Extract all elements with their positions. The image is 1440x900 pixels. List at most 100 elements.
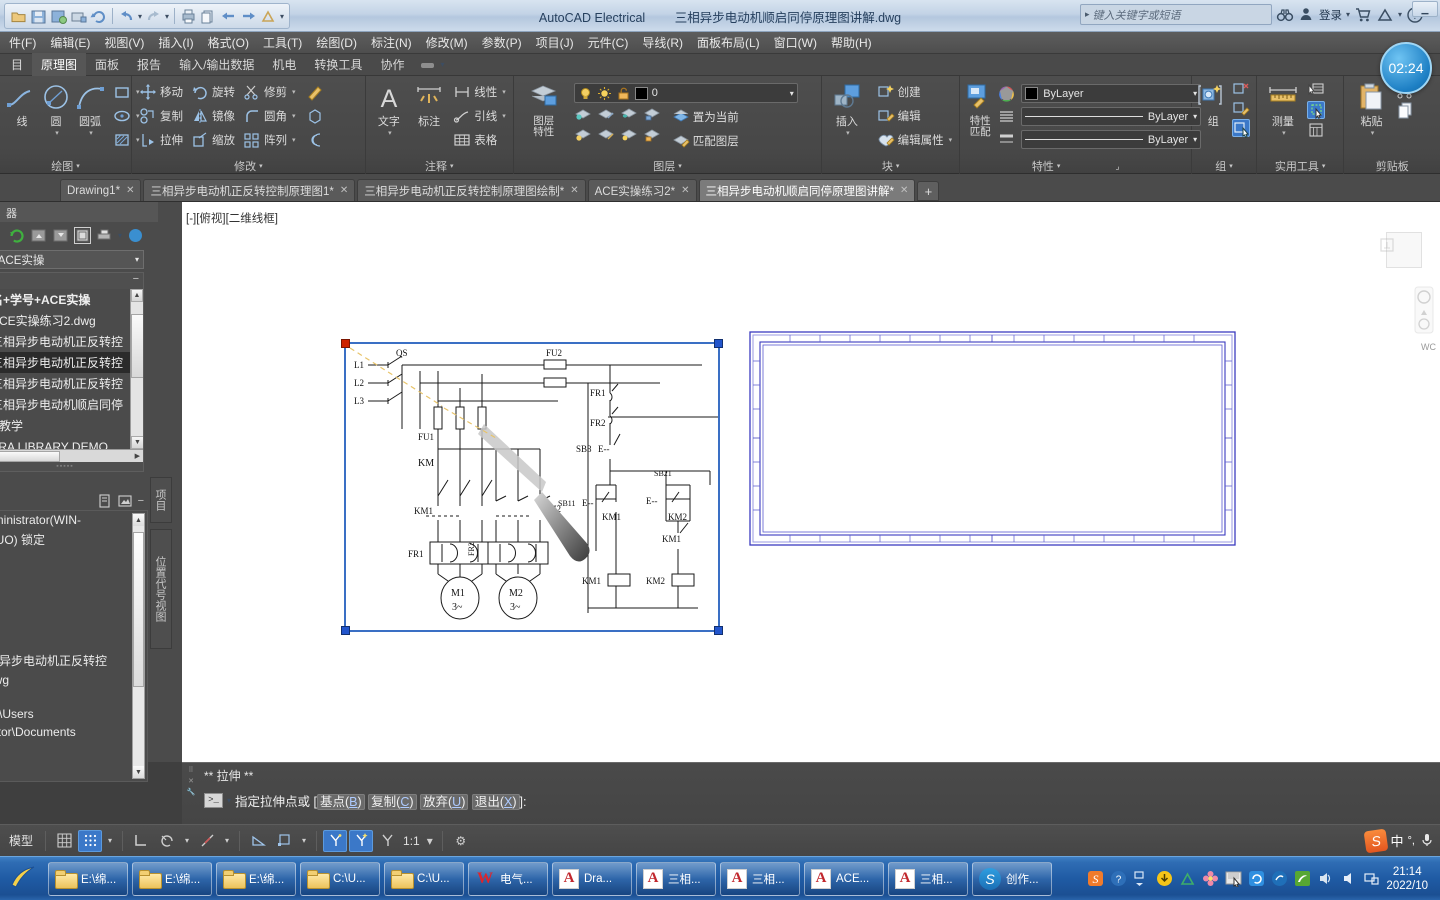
- group-selection-icon[interactable]: [1232, 119, 1251, 138]
- command-option-undo[interactable]: 放弃(U): [420, 793, 469, 810]
- lightbulb-icon[interactable]: [578, 86, 593, 101]
- scale-dropdown-icon[interactable]: ▾: [424, 830, 436, 852]
- model-space-button[interactable]: 模型: [2, 830, 40, 851]
- menu-item-component[interactable]: 元件(C): [581, 31, 636, 54]
- annotation-table-button[interactable]: 表格: [450, 129, 509, 151]
- move-up-icon[interactable]: [30, 227, 47, 244]
- properties-dialog-launcher[interactable]: ⌟: [1115, 161, 1119, 172]
- snap-dropdown-icon[interactable]: ▾: [104, 830, 116, 852]
- circle-dropdown-icon[interactable]: ▾: [55, 129, 59, 137]
- menu-item-draw[interactable]: 绘图(D): [309, 31, 364, 54]
- annotation-text-button[interactable]: A 文字 ▾: [370, 81, 408, 137]
- measure-button[interactable]: 测量 ▾: [1261, 81, 1305, 137]
- panel-title-modify[interactable]: 修改 ▾: [136, 158, 361, 174]
- panel-title-annotation[interactable]: 注释 ▾: [370, 158, 509, 174]
- file-tab-drawing1[interactable]: Drawing1* ✕: [60, 179, 142, 201]
- customize-icon[interactable]: 🔧: [187, 788, 196, 796]
- chevron-down-icon[interactable]: ▾: [1229, 162, 1233, 170]
- menu-item-parameters[interactable]: 参数(P): [475, 31, 529, 54]
- volume-icon[interactable]: [1340, 870, 1357, 887]
- project-list-vscrollbar[interactable]: ▲ ▼: [130, 289, 143, 449]
- ribbon-tab-panel[interactable]: 面板: [86, 53, 128, 76]
- ribbon-tab-collaborate[interactable]: 协作: [371, 53, 413, 76]
- quick-select-green-icon[interactable]: [1306, 101, 1325, 120]
- ribbon-tab-schematic[interactable]: 原理图: [32, 53, 87, 76]
- ribbon-tab-reports[interactable]: 报告: [128, 53, 170, 76]
- taskbar-item-acad-5[interactable]: A 三相...: [888, 861, 968, 896]
- vertical-tab-project[interactable]: 项目: [150, 477, 172, 523]
- list-item[interactable]: TRA LIBRARY DEMO: [0, 436, 143, 450]
- modify-fillet-button[interactable]: 圆角 ▾: [240, 105, 299, 127]
- layer-match-button[interactable]: 匹配图层: [669, 130, 742, 152]
- text-dropdown-icon[interactable]: ▾: [388, 129, 392, 137]
- modify-rotate-button[interactable]: 旋转: [188, 81, 238, 103]
- grid-display-button[interactable]: [52, 830, 76, 852]
- new-tab-button[interactable]: +: [917, 181, 940, 201]
- binoculars-icon[interactable]: [1276, 6, 1294, 24]
- new-project-icon[interactable]: [0, 227, 3, 244]
- layer-set-current-button[interactable]: 置为当前: [669, 106, 742, 128]
- panel-title-block[interactable]: 块 ▾: [826, 158, 955, 174]
- taskbar-item-folder-2[interactable]: E:\绵...: [132, 861, 212, 896]
- annotation-visibility-button[interactable]: [323, 829, 348, 852]
- project-combo-dropdown-icon[interactable]: ▾: [135, 255, 139, 264]
- drawing-canvas[interactable]: [-][俯视][二维线框] WC L1 L2 L3 QS FU1 KM KM1 …: [182, 202, 1440, 762]
- chevron-down-icon[interactable]: ▾: [259, 162, 263, 170]
- login-dropdown-icon[interactable]: ▾: [1346, 10, 1350, 19]
- menu-item-project[interactable]: 项目(J): [529, 31, 581, 54]
- taskbar-item-acad-4[interactable]: A ACE...: [804, 861, 884, 896]
- taskbar-item-folder-3[interactable]: E:\绵...: [216, 861, 296, 896]
- scroll-right-icon[interactable]: ▶: [135, 452, 140, 460]
- search-input[interactable]: ▸ 键入关键字或短语: [1079, 4, 1272, 25]
- command-line-grip[interactable]: ⠿ ✕ 🔧: [185, 766, 197, 818]
- command-line[interactable]: ⠿ ✕ 🔧 ** 拉伸 ** >_ ▾ 指定拉伸点或 [基点(B) 复制(C) …: [182, 762, 1440, 824]
- polar-tracking-button[interactable]: [155, 830, 179, 852]
- project-list-hscrollbar[interactable]: ▶: [0, 449, 143, 462]
- measure-dropdown-icon[interactable]: ▾: [1282, 129, 1286, 137]
- ungroup-icon[interactable]: [1232, 81, 1250, 99]
- chevron-down-icon[interactable]: ▾: [896, 162, 900, 170]
- sun-icon[interactable]: [597, 86, 612, 101]
- paste-button[interactable]: 粘贴 ▾: [1348, 81, 1394, 137]
- start-button[interactable]: [2, 859, 46, 899]
- menu-item-help[interactable]: 帮助(H): [824, 31, 879, 54]
- block-insert-button[interactable]: 插入 ▾: [826, 81, 867, 137]
- list-item[interactable]: 三相异步电动机正反转控: [0, 373, 143, 394]
- quick-select-icon[interactable]: [1307, 81, 1325, 99]
- screenshot-icon[interactable]: [1225, 870, 1242, 888]
- layer-freeze-icon[interactable]: [620, 106, 638, 124]
- copy-clip-icon[interactable]: [1396, 101, 1414, 119]
- chinese-mode-icon[interactable]: 中: [1391, 831, 1404, 850]
- block-edit-attribute-button[interactable]: 编辑属性 ▾: [874, 129, 956, 151]
- taskbar-item-acad-2[interactable]: A 三相...: [636, 861, 716, 896]
- group-button[interactable]: 组: [1196, 81, 1230, 128]
- modify-scale-button[interactable]: 缩放: [188, 129, 238, 151]
- menu-item-dimension[interactable]: 标注(N): [364, 31, 419, 54]
- taskbar-item-acad-3[interactable]: A 三相...: [720, 861, 800, 896]
- layer-isolate-icon[interactable]: [597, 106, 615, 124]
- isometric-drafting-button[interactable]: [246, 830, 270, 852]
- object-snap-button[interactable]: [195, 830, 219, 852]
- modify-move-button[interactable]: 移动: [136, 81, 186, 103]
- modify-array-button[interactable]: 阵列 ▾: [240, 129, 299, 151]
- autoscale-button[interactable]: [349, 829, 374, 852]
- command-option-basepoint[interactable]: 基点(B): [316, 793, 365, 810]
- chevron-down-icon[interactable]: ▾: [450, 162, 454, 170]
- autodesk-icon[interactable]: [1376, 6, 1394, 24]
- layer-unlock-icon[interactable]: [643, 127, 661, 145]
- close-icon[interactable]: ✕: [126, 185, 134, 196]
- linetype-combo[interactable]: ByLayer ▾: [1021, 107, 1202, 126]
- array-dropdown-icon[interactable]: ▾: [292, 136, 296, 144]
- arc-dropdown-icon[interactable]: ▾: [89, 129, 93, 137]
- edit-attribute-dropdown-icon[interactable]: ▾: [949, 136, 953, 144]
- drawing-border-frame[interactable]: [749, 331, 1236, 546]
- details-vscrollbar[interactable]: ▲ ▼: [132, 513, 145, 779]
- minimize-icon[interactable]: −: [138, 495, 144, 507]
- otrack-dropdown-icon[interactable]: ▾: [298, 830, 310, 852]
- panel-title-properties[interactable]: 特性 ▾ ⌟: [964, 158, 1187, 174]
- close-icon[interactable]: ✕: [681, 185, 689, 196]
- taskbar-item-folder-1[interactable]: E:\绵...: [48, 861, 128, 896]
- block-edit-button[interactable]: 编辑: [874, 105, 956, 127]
- match-properties-button[interactable]: 特性 匹配: [964, 81, 996, 138]
- color-combo[interactable]: ByLayer ▾: [1021, 84, 1202, 103]
